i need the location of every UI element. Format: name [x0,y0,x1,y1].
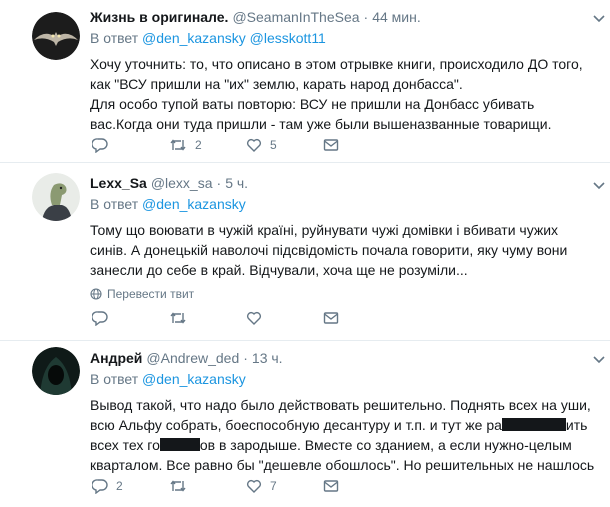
author-handle[interactable]: @Andrew_ded [146,350,239,366]
mention-link[interactable]: @lesskott11 [250,30,326,46]
separator-dot: · [243,350,248,366]
tweet[interactable]: Lexx_Sa @lexx_sa · 5 ч. В ответ @den_kaz… [0,163,610,341]
tweet-text-line: как "ВСУ пришли на "их" землю, карать на… [90,76,463,92]
retweet-icon [170,312,186,324]
reply-button[interactable] [92,310,169,326]
heart-icon [246,479,262,493]
separator-dot: · [363,9,369,25]
author-name[interactable]: Lexx_Sa [90,175,147,191]
owl-avatar-image [32,12,80,60]
reply-prefix: В ответ [90,196,139,212]
reply-context: В ответ @den_kazansky @lesskott11 [90,30,598,48]
tweet-text-line: Для особо тупой ваты повторю: ВСУ не при… [90,96,535,112]
tweet-text: Вывод такой, что надо было действовать р… [90,395,598,475]
separator-dot: · [216,175,222,191]
tweet-actions [92,310,400,326]
reply-icon [92,479,108,494]
author-name[interactable]: Жизнь в оригинале. [90,9,228,25]
tweet-text: Хочу уточнить: то, что описано в этом от… [90,54,598,134]
tweet-text-line: всю Альфу собрать, боеспособную десантур… [90,415,598,435]
direct-message-button[interactable] [323,479,400,493]
translate-label: Перевести твит [107,287,195,301]
timestamp[interactable]: 44 мин. [372,9,421,25]
tweet-text-fragment: ов в зародыше. Вместе со зданием, а если… [199,437,572,453]
tweet-text-line: Хочу уточнить: то, что описано в этом от… [90,56,583,72]
reply-context: В ответ @den_kazansky [90,371,598,389]
like-button[interactable]: 5 [246,137,323,153]
tweet-text-line: вас.Когда они туда пришли - там уже были… [90,116,552,132]
redaction-bar [159,438,200,451]
tweet-text-fragment: ить [565,417,588,433]
direct-message-button[interactable] [323,311,400,325]
mention-link[interactable]: @den_kazansky [142,30,246,46]
timestamp[interactable]: 5 ч. [225,175,248,191]
chevron-down-icon[interactable] [592,14,606,24]
reply-icon [92,311,108,326]
tweet-text-line: занесли до себе в край. Відчували, хоча … [90,262,468,278]
reply-context: В ответ @den_kazansky [90,196,598,214]
chevron-down-icon[interactable] [592,181,606,191]
reply-prefix: В ответ [90,371,139,387]
tweet-text-line: всех тех го ов в зародыше. Вместе со здан… [90,435,598,455]
translate-tweet-link[interactable]: Перевести твит [90,286,598,302]
envelope-icon [323,312,339,324]
retweet-button[interactable] [169,310,246,326]
tweet-text-fragment: всех тех го [90,437,160,453]
globe-icon [90,288,102,300]
reply-icon [92,138,108,153]
envelope-icon [323,480,339,492]
tweet-actions: 2 5 [92,137,400,153]
tweet-actions: 2 7 [92,478,400,494]
redaction-bar [501,418,566,431]
author-handle[interactable]: @SeamanInTheSea [232,9,359,25]
author-name[interactable]: Андрей [90,350,142,366]
retweet-icon [170,480,186,492]
tweet[interactable]: Андрей @Andrew_ded · 13 ч. В ответ @den_… [0,341,610,507]
retweet-button[interactable]: 2 [169,137,246,153]
like-button[interactable] [246,310,323,326]
like-count: 7 [270,479,277,493]
reply-button[interactable]: 2 [92,478,169,494]
avatar[interactable] [32,347,80,395]
author-handle[interactable]: @lexx_sa [151,175,213,191]
tweet-text-line: синів. А донецькій наволочі підсвідоміст… [90,242,568,258]
reply-prefix: В ответ [90,30,139,46]
tweet[interactable]: Жизнь в оригинале. @SeamanInTheSea · 44 … [0,0,610,163]
like-count: 5 [270,138,277,152]
retweet-count: 2 [195,138,202,152]
heart-icon [246,138,262,152]
dinosaur-avatar-image [32,173,80,221]
tweet-text: Тому що воювати в чужій країні, руйнуват… [90,220,598,280]
like-button[interactable]: 7 [246,478,323,494]
tweet-text-line: Тому що воювати в чужій країні, руйнуват… [90,222,559,238]
envelope-icon [323,139,339,151]
tweet-text-line: Вывод такой, что надо было действовать р… [90,397,591,413]
retweet-icon [170,139,186,151]
reply-button[interactable] [92,137,169,153]
mention-link[interactable]: @den_kazansky [142,196,246,212]
reply-count: 2 [116,479,123,493]
heart-icon [246,311,262,325]
timestamp[interactable]: 13 ч. [252,350,283,366]
avatar[interactable] [32,173,80,221]
retweet-button[interactable] [169,478,246,494]
tweet-text-fragment: всю Альфу собрать, боеспособную десантур… [90,417,502,433]
hooded-figure-avatar-image [32,347,80,395]
tweet-text-line: кварталом. Все равно бы "дешевле обошлос… [90,457,595,473]
mention-link[interactable]: @den_kazansky [142,371,246,387]
avatar[interactable] [32,12,80,60]
chevron-down-icon[interactable] [592,355,606,365]
direct-message-button[interactable] [323,138,400,152]
